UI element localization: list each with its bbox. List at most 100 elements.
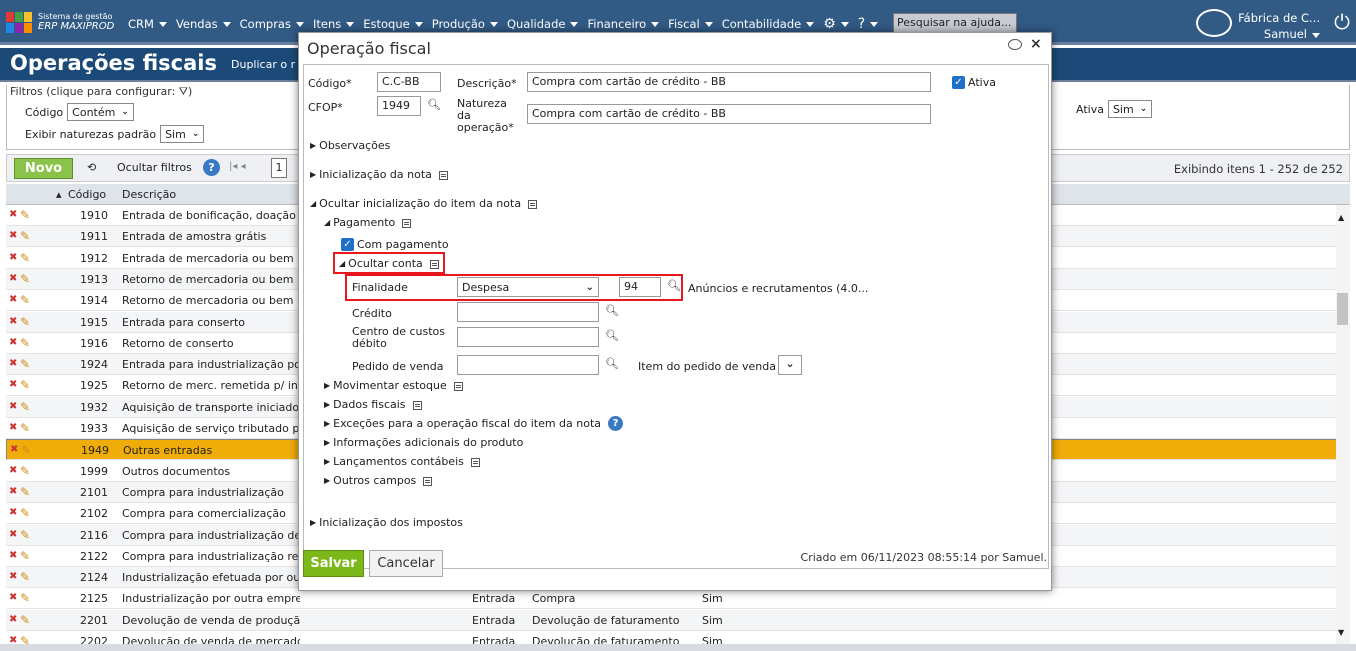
edit-icon[interactable]: ✎ bbox=[20, 315, 30, 329]
menu-vendas[interactable]: Vendas bbox=[176, 16, 231, 32]
cancel-button[interactable]: Cancelar bbox=[369, 550, 443, 577]
edit-icon[interactable]: ✎ bbox=[20, 208, 30, 222]
edit-icon[interactable]: ✎ bbox=[20, 528, 30, 542]
codigo-input[interactable]: C.C-BB bbox=[377, 72, 441, 92]
menu-estoque[interactable]: Estoque bbox=[363, 16, 423, 32]
delete-icon[interactable]: ✖ bbox=[9, 358, 17, 369]
list-icon[interactable] bbox=[429, 260, 439, 269]
refresh-icon[interactable]: ⟲ bbox=[87, 161, 96, 174]
section-observacoes[interactable]: ▶ Observações bbox=[310, 139, 390, 152]
cfop-input[interactable]: 1949 bbox=[377, 96, 421, 116]
edit-icon[interactable]: ✎ bbox=[20, 336, 30, 350]
delete-icon[interactable]: ✖ bbox=[9, 316, 17, 327]
close-icon[interactable]: × bbox=[1030, 36, 1042, 52]
power-icon[interactable]: ⏻ bbox=[1334, 10, 1350, 34]
help-search-input[interactable]: Pesquisar na ajuda... bbox=[893, 13, 1017, 33]
centro-custos-input[interactable] bbox=[457, 327, 599, 347]
menu-contabilidade[interactable]: Contabilidade bbox=[722, 16, 815, 32]
menu-financeiro[interactable]: Financeiro bbox=[587, 16, 660, 32]
hide-filters-button[interactable]: Ocultar filtros bbox=[117, 161, 192, 174]
help-icon[interactable]: ? bbox=[608, 416, 624, 431]
list-icon[interactable] bbox=[402, 219, 412, 228]
finalidade-select[interactable]: Despesa ⌄ bbox=[457, 277, 599, 297]
edit-icon[interactable]: ✎ bbox=[20, 570, 30, 584]
delete-icon[interactable]: ✖ bbox=[9, 252, 17, 263]
list-icon[interactable] bbox=[412, 401, 422, 410]
delete-icon[interactable]: ✖ bbox=[9, 230, 17, 241]
duplicate-link[interactable]: Duplicar o r bbox=[231, 58, 295, 71]
chat-icon[interactable] bbox=[1196, 9, 1232, 37]
filter-naturezas-select[interactable]: Sim ⌄ bbox=[160, 125, 205, 143]
search-icon[interactable]: 🔍︎ bbox=[605, 304, 619, 317]
search-icon[interactable]: 🔍︎ bbox=[605, 329, 619, 342]
search-icon[interactable]: 🔍︎ bbox=[427, 98, 441, 111]
section-info-adicionais[interactable]: ▶ Informações adicionais do produto bbox=[324, 436, 523, 449]
app-logo-icon[interactable] bbox=[6, 12, 32, 34]
table-row[interactable]: ✖✎ 2202 Devolução de venda de mercadoria a… bbox=[6, 631, 1350, 644]
table-row[interactable]: ✖✎ 2201 Devolução de venda de produção do … bbox=[6, 609, 1350, 631]
com-pagamento-checkbox[interactable]: ✓ Com pagamento bbox=[341, 238, 449, 251]
edit-icon[interactable]: ✎ bbox=[20, 229, 30, 243]
list-icon[interactable] bbox=[438, 171, 448, 180]
section-inicializacao-nota[interactable]: ▶ Inicialização da nota bbox=[310, 168, 448, 181]
list-icon[interactable] bbox=[423, 477, 433, 486]
scroll-up-icon[interactable]: ▲ bbox=[1338, 213, 1344, 222]
pedido-venda-input[interactable] bbox=[457, 355, 599, 375]
delete-icon[interactable]: ✖ bbox=[9, 273, 17, 284]
delete-icon[interactable]: ✖ bbox=[9, 507, 17, 518]
user-menu[interactable]: Fábrica de C... Samuel bbox=[1238, 10, 1320, 42]
edit-icon[interactable]: ✎ bbox=[20, 591, 30, 605]
section-dados-fiscais[interactable]: ▶ Dados fiscais bbox=[324, 398, 422, 411]
list-icon[interactable] bbox=[528, 200, 538, 209]
section-lancamentos[interactable]: ▶ Lançamentos contábeis bbox=[324, 455, 480, 468]
section-ocultar-item[interactable]: ◢ Ocultar inicialização do item da nota bbox=[310, 197, 538, 210]
filters-legend[interactable]: Filtros (clique para configurar: ⛛) bbox=[7, 85, 196, 99]
section-ocultar-conta[interactable]: ◢ Ocultar conta bbox=[339, 257, 439, 270]
menu-help[interactable]: ? bbox=[858, 16, 879, 32]
delete-icon[interactable]: ✖ bbox=[9, 337, 17, 348]
conta-codigo-input[interactable]: 94 bbox=[619, 277, 661, 297]
delete-icon[interactable]: ✖ bbox=[9, 465, 17, 476]
pager-first-prev-icon[interactable]: |◂ ◂ bbox=[229, 161, 246, 172]
section-inicializacao-impostos[interactable]: ▶ Inicialização dos impostos bbox=[310, 516, 463, 529]
column-descricao[interactable]: Descrição bbox=[122, 188, 176, 201]
search-icon[interactable]: 🔍︎ bbox=[605, 357, 619, 370]
edit-icon[interactable]: ✎ bbox=[20, 251, 30, 265]
section-excecoes[interactable]: ▶ Exceções para a operação fiscal do item… bbox=[324, 416, 624, 431]
menu-itens[interactable]: Itens bbox=[313, 16, 355, 32]
delete-icon[interactable]: ✖ bbox=[9, 571, 17, 582]
delete-icon[interactable]: ✖ bbox=[9, 614, 17, 625]
save-button[interactable]: Salvar bbox=[303, 550, 364, 577]
credito-input[interactable] bbox=[457, 302, 599, 322]
edit-icon[interactable]: ✎ bbox=[20, 400, 30, 414]
grid-scrollbar[interactable]: ▲ ▼ bbox=[1336, 205, 1350, 645]
delete-icon[interactable]: ✖ bbox=[9, 529, 17, 540]
descricao-input[interactable]: Compra com cartão de crédito - BB bbox=[527, 72, 931, 92]
section-pagamento[interactable]: ◢ Pagamento bbox=[324, 216, 412, 229]
edit-icon[interactable]: ✎ bbox=[20, 421, 30, 435]
item-pedido-select[interactable]: ⌄ bbox=[778, 355, 802, 375]
list-icon[interactable] bbox=[453, 382, 463, 391]
natureza-input[interactable]: Compra com cartão de crédito - BB bbox=[527, 104, 931, 124]
menu-fiscal[interactable]: Fiscal bbox=[668, 16, 713, 32]
table-row[interactable]: ✖✎ 2125 Industrialização por outra empresa… bbox=[6, 588, 1350, 610]
edit-icon[interactable]: ✎ bbox=[21, 443, 31, 457]
delete-icon[interactable]: ✖ bbox=[9, 209, 17, 220]
edit-icon[interactable]: ✎ bbox=[20, 549, 30, 563]
list-icon[interactable] bbox=[470, 458, 480, 467]
new-button[interactable]: Novo bbox=[14, 158, 73, 179]
delete-icon[interactable]: ✖ bbox=[10, 444, 18, 455]
edit-icon[interactable]: ✎ bbox=[20, 613, 30, 627]
delete-icon[interactable]: ✖ bbox=[9, 422, 17, 433]
delete-icon[interactable]: ✖ bbox=[9, 379, 17, 390]
sort-asc-icon[interactable]: ▴ bbox=[56, 188, 62, 201]
edit-icon[interactable]: ✎ bbox=[20, 464, 30, 478]
edit-icon[interactable]: ✎ bbox=[20, 357, 30, 371]
section-movimentar[interactable]: ▶ Movimentar estoque bbox=[324, 379, 463, 392]
edit-icon[interactable]: ✎ bbox=[20, 485, 30, 499]
filter-funnel-icon[interactable]: ⛛ bbox=[179, 85, 188, 98]
filter-ativa-select[interactable]: Sim ⌄ bbox=[1107, 100, 1153, 118]
section-outros-campos[interactable]: ▶ Outros campos bbox=[324, 474, 433, 487]
page-number-input[interactable]: 1 bbox=[271, 158, 287, 178]
menu-crm[interactable]: CRM bbox=[128, 16, 167, 32]
